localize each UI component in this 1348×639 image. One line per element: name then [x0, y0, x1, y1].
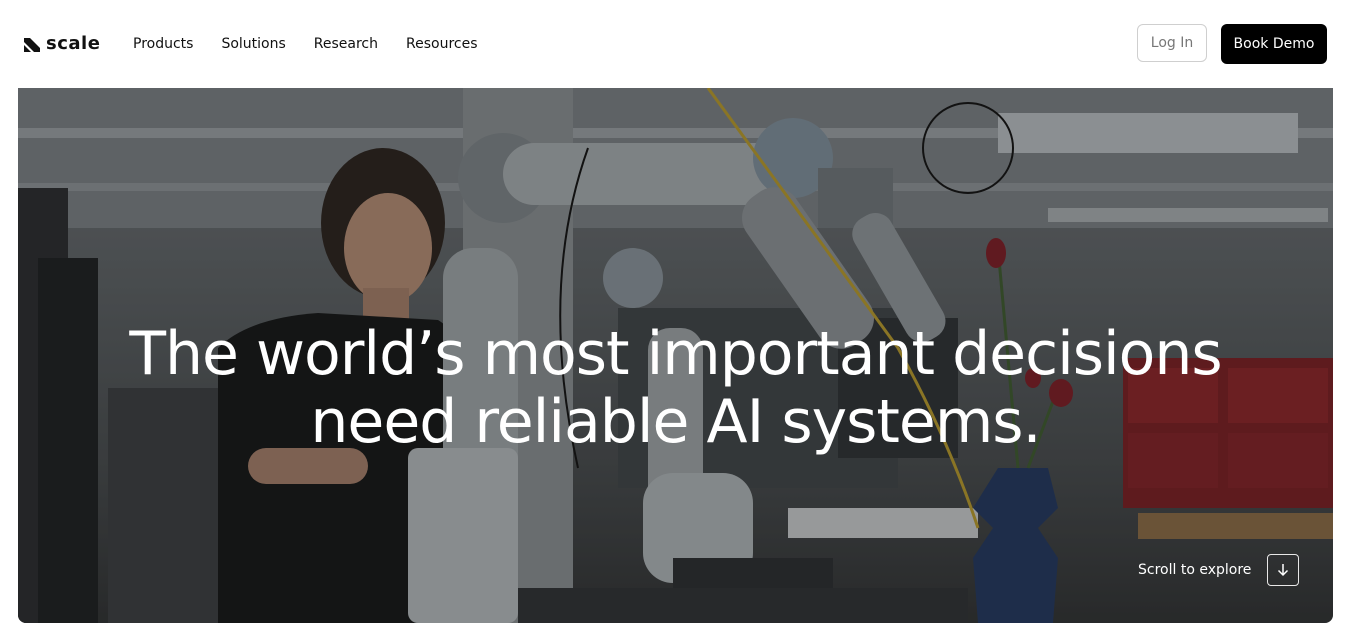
- menu-item-resources[interactable]: Resources: [406, 34, 478, 54]
- scale-logo[interactable]: scale: [24, 34, 100, 54]
- book-demo-button[interactable]: Book Demo: [1221, 24, 1327, 64]
- hero-headline-line1: The world’s most important decisions: [129, 319, 1222, 389]
- arrow-down-icon: [1278, 564, 1289, 577]
- scroll-to-explore[interactable]: Scroll to explore: [1138, 553, 1300, 587]
- scroll-label: Scroll to explore: [1138, 562, 1252, 578]
- menu-item-research[interactable]: Research: [314, 34, 378, 54]
- hero-headline: The world’s most important decisions nee…: [18, 320, 1333, 456]
- menu-item-products[interactable]: Products: [133, 34, 193, 54]
- hero-headline-line2: need reliable AI systems.: [310, 387, 1041, 457]
- top-nav: scale Products Solutions Research Resour…: [0, 0, 1348, 88]
- logo-text: scale: [46, 33, 101, 54]
- scroll-down-button[interactable]: [1267, 554, 1300, 586]
- hero-section: The world’s most important decisions nee…: [18, 88, 1333, 623]
- login-button[interactable]: Log In: [1137, 24, 1207, 62]
- scale-logo-icon: [24, 38, 40, 52]
- main-menu: Products Solutions Research Resources: [133, 34, 478, 54]
- menu-item-solutions[interactable]: Solutions: [221, 34, 285, 54]
